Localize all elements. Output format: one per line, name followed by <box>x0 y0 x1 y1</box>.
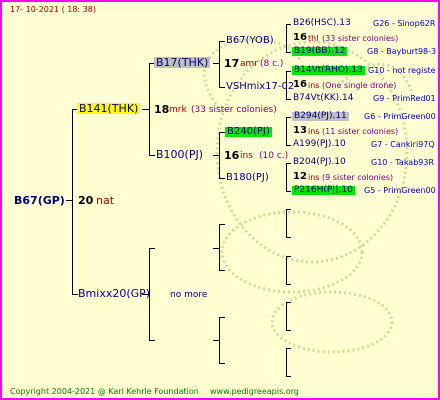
connector <box>286 117 291 118</box>
connector <box>219 41 225 42</box>
connector <box>286 376 291 377</box>
bee-watermark-icon <box>202 38 414 354</box>
gen3-queen-name: B67(YOB) <box>226 35 274 46</box>
connector <box>213 155 219 156</box>
connector <box>213 340 219 341</box>
gen1-queen-num: 18 <box>154 103 170 116</box>
connector <box>286 348 287 376</box>
connector <box>286 209 291 210</box>
gen4-queen-num: 12 <box>293 171 307 182</box>
connector <box>219 363 225 364</box>
connector <box>219 132 220 178</box>
connector <box>286 330 291 331</box>
gen2-queen-num: 17 <box>224 57 240 70</box>
connector <box>286 24 287 52</box>
connector <box>66 200 72 201</box>
connector <box>286 71 291 72</box>
gen4-queen-name: B204(PJ).10 <box>293 157 346 167</box>
connector <box>286 237 291 238</box>
connector <box>286 52 291 53</box>
connector <box>219 317 225 318</box>
connector <box>286 99 291 100</box>
gen2-queen-note: (10 c.) <box>259 151 289 161</box>
gen4-queen-location: G7 - Cankiri97Q <box>371 140 435 149</box>
gen4-queen-name: A199(PJ).10 <box>293 139 346 149</box>
gen2-queen-num: 16 <box>224 149 240 162</box>
gen4-queen-location: G5 - PrimGreen00 <box>364 186 436 195</box>
gen4-queen-note: (9 sister colonies) <box>322 173 394 182</box>
gen4-queen-location: G9 - PrimRed01 <box>373 94 436 103</box>
gen4-queen-note: (11 sister colonies) <box>322 127 399 136</box>
connector <box>219 178 225 179</box>
connector <box>219 317 220 363</box>
gen4-queen-tag: ins <box>308 127 320 136</box>
root-queen-tag: nat <box>96 194 115 207</box>
connector <box>149 155 155 156</box>
gen4-queen-name: B14Vt(RHO).13 <box>292 65 365 75</box>
gen4-queen-num: 13 <box>293 125 307 136</box>
connector <box>286 302 291 303</box>
gen2-queen-name: B100(PJ) <box>156 148 204 161</box>
connector <box>286 302 287 330</box>
gen3-queen-name: B180(PJ) <box>226 172 269 183</box>
gen4-queen-tag: thl <box>308 34 319 43</box>
connector <box>286 256 291 257</box>
gen1-queen-note: (33 sister colonies) <box>191 105 277 115</box>
connector <box>286 145 291 146</box>
gen4-queen-name: B294(PJ).11 <box>292 111 349 121</box>
gen1-queen-tag: mrk <box>169 105 187 115</box>
connector <box>286 284 291 285</box>
connector <box>142 109 149 110</box>
gen1-queen-note: no more <box>170 290 208 300</box>
gen2-queen-tag: ins <box>240 151 253 161</box>
connector <box>286 191 291 192</box>
connector <box>219 224 225 225</box>
gen4-queen-location: G26 - Sinop62R <box>373 19 436 28</box>
root-queen-num: 20 <box>78 194 94 207</box>
connector <box>219 224 220 270</box>
gen4-queen-note: (33 sister colonies) <box>322 34 399 43</box>
gen4-queen-location: G10 - not registe <box>368 66 436 75</box>
gen3-queen-name: VSHmix17-02 <box>226 81 295 92</box>
connector <box>286 163 291 164</box>
connector <box>149 63 150 155</box>
gen4-queen-note: (One single drone) <box>322 81 397 90</box>
connector <box>286 24 291 25</box>
gen2-queen-note: (8 c.) <box>260 59 284 69</box>
gen4-queen-location: G8 - Bayburt98-3 <box>367 47 437 56</box>
connector <box>219 41 220 87</box>
connector <box>219 87 225 88</box>
connector <box>286 117 287 145</box>
gen4-queen-name: P216H(PJ).10 <box>292 185 355 195</box>
connector <box>286 163 287 191</box>
connector <box>149 248 155 249</box>
gen1-queen-name: B141(THK) <box>77 102 141 115</box>
connector <box>286 348 291 349</box>
connector <box>286 209 287 237</box>
footer-copyright: Copyright 2004-2021 @ Karl Kehrle Founda… <box>10 387 199 396</box>
pedigree-frame: 17- 10-2021 ( 18: 38) B67(GP) 20 nat B14… <box>0 0 440 400</box>
footer-site-link[interactable]: www.pedigreeapis.org <box>210 388 299 396</box>
gen4-queen-location: G10 - Takab93R <box>371 158 435 167</box>
connector <box>72 109 73 294</box>
gen4-queen-name: B74Vt(KK).14 <box>293 93 354 103</box>
gen4-queen-name: B26(HSC).13 <box>293 18 351 28</box>
gen4-queen-tag: ins <box>308 173 320 182</box>
gen3-queen-name: B240(PJ) <box>225 126 272 137</box>
connector <box>286 256 287 284</box>
gen1-queen-name: Bmixx20(GP) <box>78 287 151 300</box>
connector <box>219 270 225 271</box>
connector <box>213 248 219 249</box>
gen4-queen-num: 16 <box>293 32 307 43</box>
root-queen-name: B67(GP) <box>14 194 65 207</box>
gen4-queen-location: G6 - PrimGreen00 <box>364 112 436 121</box>
connector <box>213 63 219 64</box>
connector <box>149 340 155 341</box>
gen4-queen-name: B19(BB).12 <box>292 46 348 56</box>
gen4-queen-num: 16 <box>293 79 307 90</box>
gen2-queen-tag: amr <box>240 59 258 69</box>
gen4-queen-tag: ins <box>308 81 320 90</box>
date-stamp: 17- 10-2021 ( 18: 38) <box>10 5 96 14</box>
gen2-queen-name: B17(THK) <box>154 56 211 69</box>
